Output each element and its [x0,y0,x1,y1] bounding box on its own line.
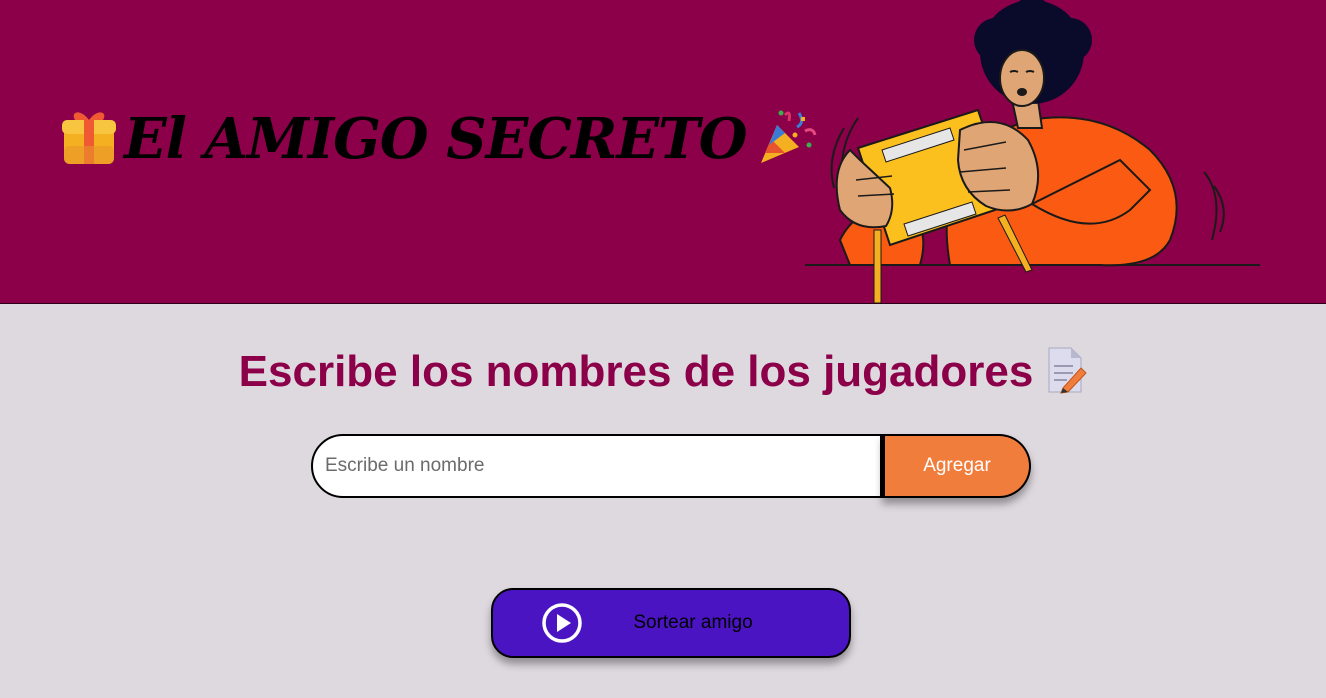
name-input[interactable] [311,434,882,498]
main-section: Escribe los nombres de los jugadores Agr… [0,304,1326,698]
header-banner: El AMIGO SECRETO [0,0,1326,304]
draw-friend-label: Sortear amigo [633,612,753,633]
title-row: El AMIGO SECRETO [58,105,819,173]
add-name-form: Agregar [311,434,1031,498]
page-title: El AMIGO SECRETO [124,106,748,172]
gift-icon [58,106,120,172]
memo-pencil-icon [1043,346,1088,398]
subtitle-row: Escribe los nombres de los jugadores [0,346,1326,398]
section-heading: Escribe los nombres de los jugadores [238,347,1034,396]
add-button[interactable]: Agregar [882,434,1031,498]
draw-friend-button[interactable]: Sortear amigo [491,588,851,658]
person-opening-gift-illustration [805,0,1260,303]
